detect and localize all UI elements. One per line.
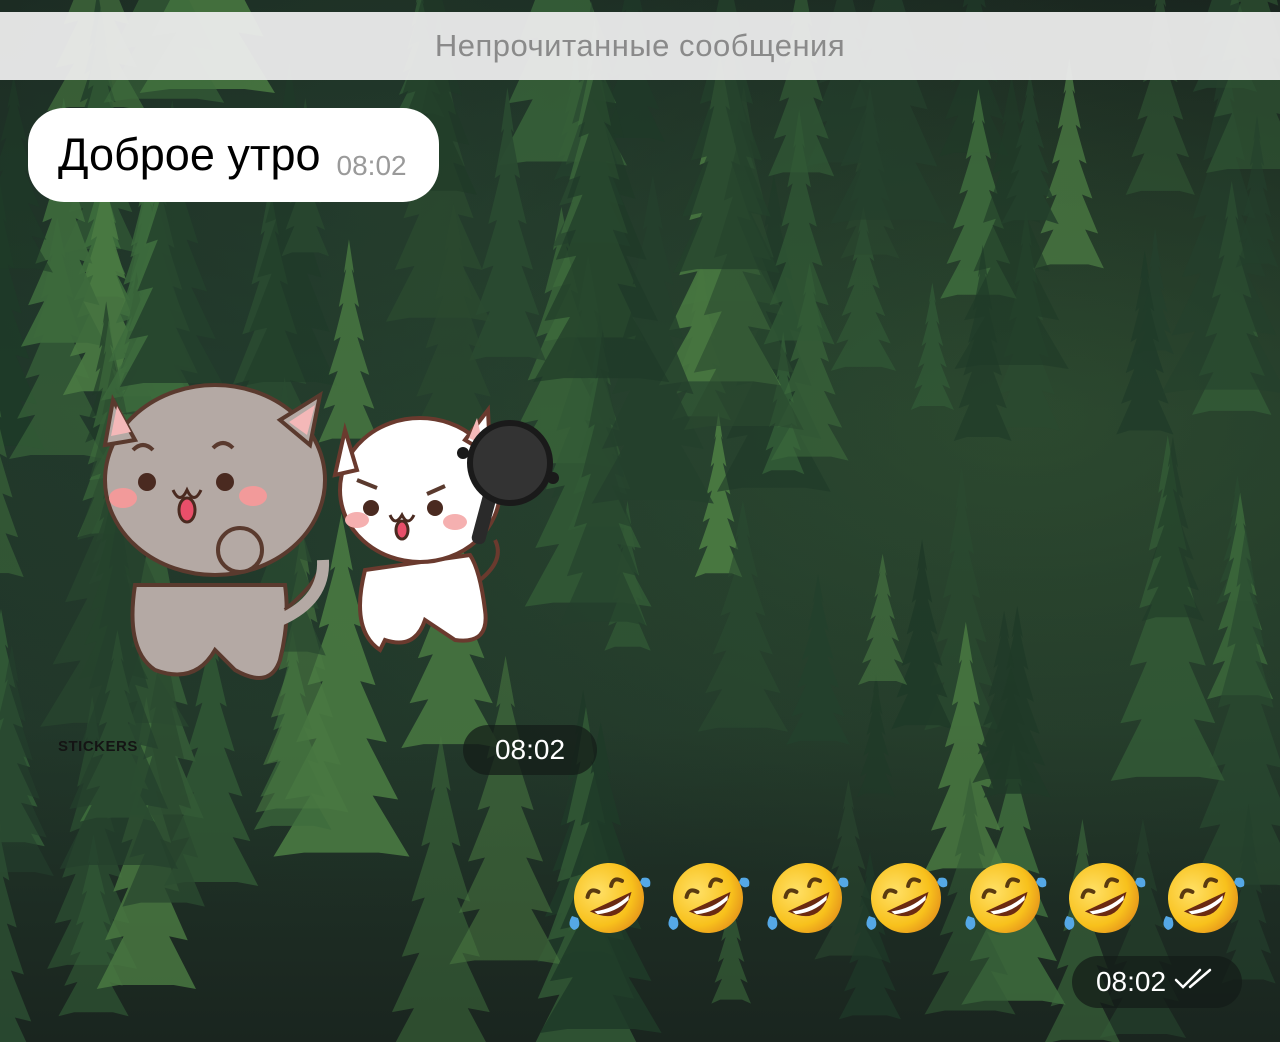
double-check-icon <box>1174 966 1218 999</box>
message-time: 08:02 <box>336 150 407 181</box>
incoming-message-bubble[interactable]: Доброе утро 08:02 <box>28 108 439 202</box>
rofl-emoji-icon <box>560 849 658 947</box>
sticker-time-pill: 08:02 <box>463 725 597 775</box>
unread-divider-label: Непрочитанные сообщения <box>434 28 846 63</box>
cat-sticker[interactable] <box>95 370 565 705</box>
sticker-time: 08:02 <box>494 734 566 765</box>
sticker-pack-watermark: STICKERS <box>58 738 138 755</box>
outgoing-time-pill: 08:02 <box>1072 956 1242 1008</box>
white-cat-icon <box>332 404 559 653</box>
rofl-emoji-icon <box>1055 849 1153 947</box>
pine-tree <box>910 282 955 410</box>
pine-tree <box>856 673 896 798</box>
rofl-emoji-icon <box>956 849 1054 947</box>
message-text: Доброе утро <box>58 129 321 180</box>
outgoing-emoji-message[interactable] <box>560 849 1259 947</box>
rofl-emoji-icon <box>758 849 856 947</box>
pine-tree <box>786 574 850 745</box>
pine-tree <box>858 553 908 685</box>
outgoing-time: 08:02 <box>1095 966 1167 997</box>
rofl-emoji-icon <box>1154 849 1252 947</box>
rofl-emoji-icon <box>857 849 955 947</box>
unread-messages-divider: Непрочитанные сообщения <box>0 12 1280 80</box>
grey-cat-icon <box>102 383 330 680</box>
rofl-emoji-icon <box>659 849 757 947</box>
